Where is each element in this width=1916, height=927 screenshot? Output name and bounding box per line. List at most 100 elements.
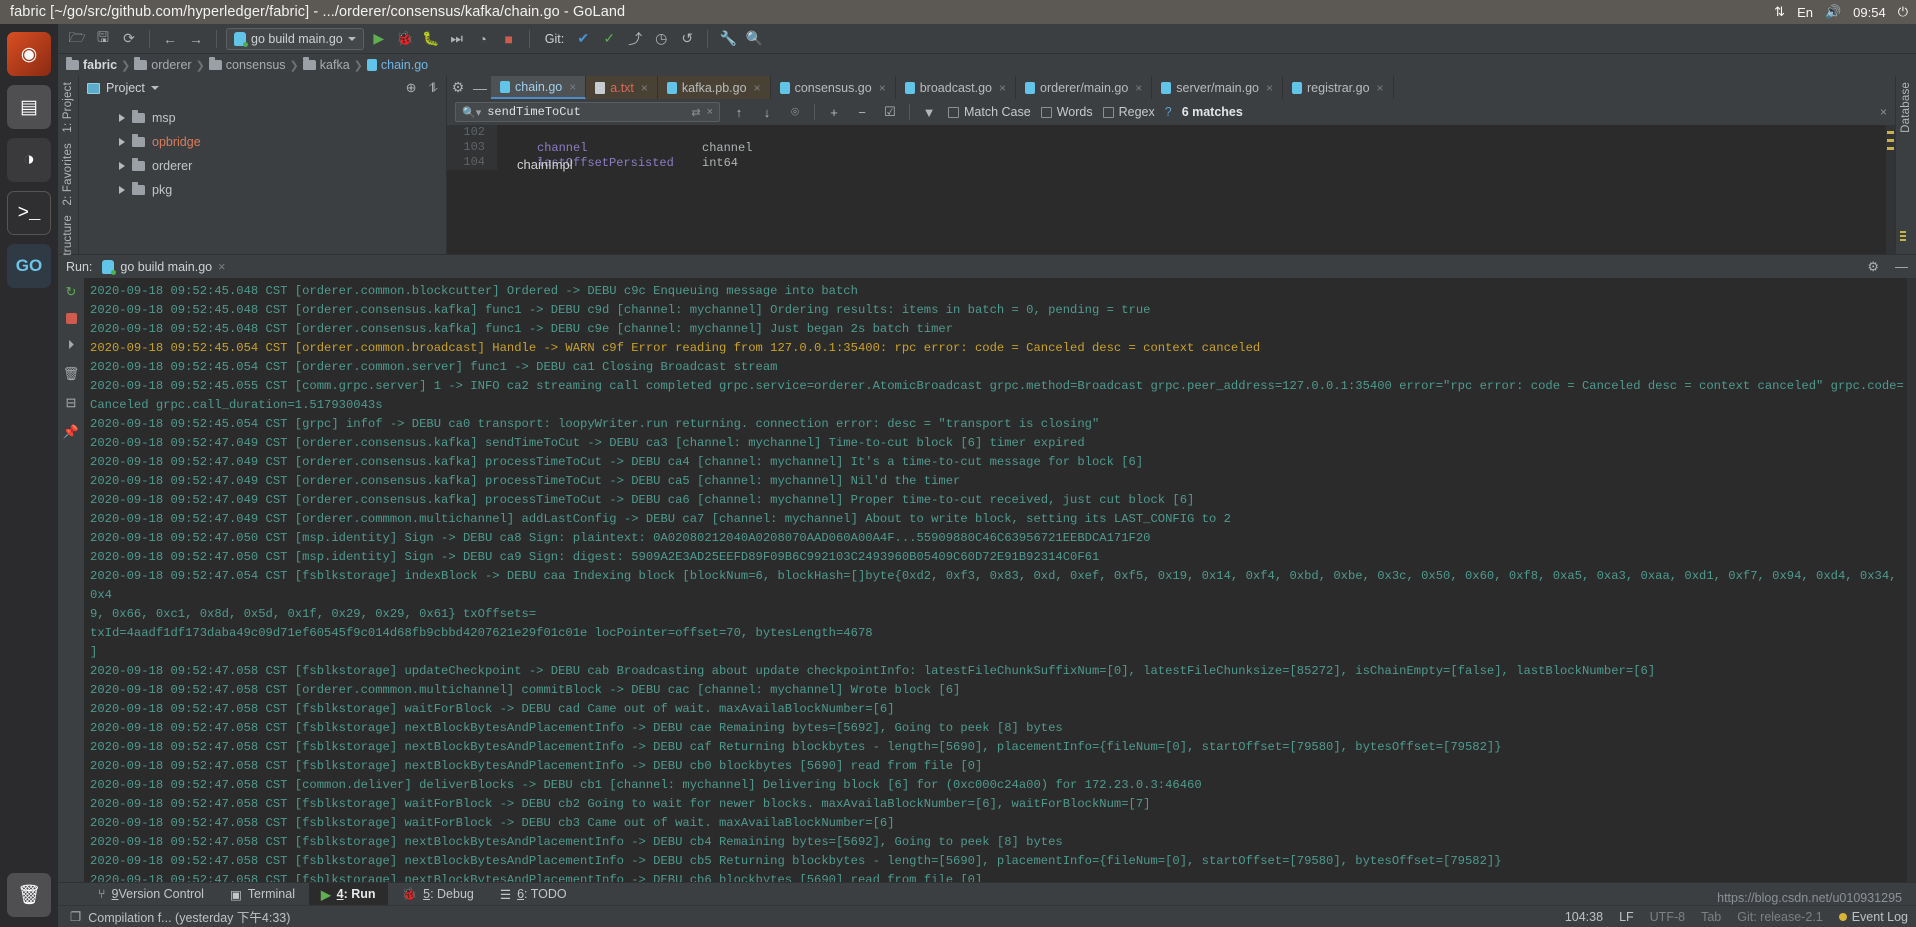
chevron-right-icon[interactable] [119, 162, 125, 170]
tree-node-pkg[interactable]: pkg [79, 178, 446, 202]
event-log-button[interactable]: Event Log [1838, 910, 1908, 924]
minimize-icon[interactable]: — [469, 76, 491, 99]
close-icon[interactable]: × [569, 80, 576, 94]
chevron-right-icon[interactable] [119, 186, 125, 194]
rerun-icon[interactable]: ↻ [63, 284, 79, 300]
tree-node-opbridge[interactable]: opbridge [79, 130, 446, 154]
match-case-checkbox[interactable]: Match Case [948, 105, 1031, 119]
arrow-right-icon[interactable]: → [185, 28, 207, 50]
close-icon[interactable]: × [999, 81, 1006, 95]
debug-attach-icon[interactable]: 🐛 [420, 28, 442, 50]
save-icon[interactable]: 🖫 [92, 28, 114, 50]
search-icon[interactable]: 🔍 [743, 28, 765, 50]
locate-target-icon[interactable]: ⊕ [406, 80, 417, 96]
stop-icon[interactable]: ■ [498, 28, 520, 50]
keyboard-layout-indicator[interactable]: En [1797, 5, 1813, 20]
close-find-bar-icon[interactable]: × [1880, 105, 1887, 119]
clock-label[interactable]: 09:54 [1853, 5, 1886, 20]
sidebar-item-database[interactable]: Database [1900, 82, 1912, 133]
trash-icon[interactable]: 🗑 [63, 366, 80, 382]
revert-icon[interactable]: ↺ [676, 28, 698, 50]
sync-icon[interactable]: ⟳ [118, 28, 140, 50]
arrow-up-icon[interactable]: ↑ [730, 105, 748, 120]
breadcrumb-item-consensus[interactable]: consensus [208, 57, 286, 72]
network-icon[interactable]: ⇅ [1774, 4, 1785, 20]
run-configuration-selector[interactable]: go build main.go [226, 27, 364, 50]
tab-todo[interactable]: ☰ 6: TODO [488, 883, 579, 906]
indent-label[interactable]: Tab [1701, 910, 1721, 924]
tree-node-msp[interactable]: msp [79, 106, 446, 130]
power-icon[interactable]: ⏻ [1898, 4, 1908, 20]
add-selection-icon[interactable]: + [825, 105, 843, 120]
close-icon[interactable]: × [1135, 81, 1142, 95]
tab-version-control[interactable]: ⑂ 9Version Control [86, 883, 216, 906]
resume-icon[interactable]: ⏵ [63, 337, 79, 353]
sidebar-item-project[interactable]: 1: Project [62, 82, 74, 133]
launcher-item-ubuntu-dash[interactable]: ◉ [7, 32, 51, 76]
regex-checkbox[interactable]: Regex [1102, 105, 1155, 119]
run-icon[interactable]: ▶ [368, 28, 390, 50]
soft-wrap-icon[interactable]: ⊟ [63, 395, 79, 411]
volume-icon[interactable]: 🔊 [1825, 4, 1841, 20]
editor-scrollbar[interactable] [1886, 125, 1895, 254]
tab-debug[interactable]: 🐞 5: Debug [390, 883, 486, 906]
launcher-trash[interactable]: 🗑 [7, 873, 51, 927]
wrench-icon[interactable]: 🔧 [717, 28, 739, 50]
chevron-right-icon[interactable] [119, 138, 125, 146]
trash-icon[interactable]: 🗑 [7, 873, 51, 917]
close-icon[interactable]: × [1377, 81, 1384, 95]
run-coverage-icon[interactable]: ◔ [472, 28, 494, 50]
minimize-icon[interactable]: — [1895, 259, 1908, 275]
gear-icon[interactable]: ⚙ [1867, 259, 1879, 275]
search-input[interactable]: 🔍▾ sendTimeToCut ⇄ × [455, 102, 720, 122]
pin-icon[interactable]: 📌 [63, 424, 79, 440]
tab-broadcast-go[interactable]: broadcast.go × [896, 76, 1017, 99]
select-all-occurrences-icon[interactable]: ⌾ [786, 104, 804, 120]
launcher-item-files[interactable]: ▤ [7, 85, 51, 129]
clear-icon[interactable]: × [707, 106, 713, 118]
tab-registrar-go[interactable]: registrar.go × [1283, 76, 1394, 99]
step-over-icon[interactable]: ⏭ [446, 28, 468, 50]
close-icon[interactable]: × [754, 81, 761, 95]
console-output[interactable]: 2020-09-18 09:52:45.048 CST [orderer.com… [84, 278, 1916, 882]
arrow-down-icon[interactable]: ↓ [758, 105, 776, 120]
remove-selection-icon[interactable]: − [853, 105, 871, 120]
select-all-icon[interactable]: ☑ [881, 104, 899, 120]
breadcrumb-item-kafka[interactable]: kafka [302, 57, 350, 72]
update-project-icon[interactable]: ✔ [572, 28, 594, 50]
tab-a-txt[interactable]: a.txt × [586, 76, 658, 99]
code-preview[interactable]: 102 103 channel channel 104 lastOffsetPe… [447, 125, 1895, 254]
tab-consensus-go[interactable]: consensus.go × [771, 76, 896, 99]
tab-orderer-main-go[interactable]: orderer/main.go × [1016, 76, 1153, 99]
arrow-left-icon[interactable]: ← [159, 28, 181, 50]
launcher-item-firefox[interactable]: ◑ [7, 138, 51, 182]
tree-node-orderer[interactable]: orderer [79, 154, 446, 178]
history-icon[interactable]: ⇄ [691, 106, 700, 119]
chevron-right-icon[interactable] [119, 114, 125, 122]
history-clock-icon[interactable]: ◷ [650, 28, 672, 50]
tab-kafka-pb-go[interactable]: kafka.pb.go × [657, 76, 771, 99]
gear-icon[interactable]: ⚙ [447, 76, 469, 99]
chevron-down-icon[interactable] [150, 86, 159, 90]
status-message[interactable]: Compilation f... (yesterday 下午4:33) [88, 907, 290, 926]
line-separator[interactable]: LF [1619, 910, 1634, 924]
close-icon[interactable]: × [218, 260, 225, 274]
encoding-label[interactable]: UTF-8 [1650, 910, 1685, 924]
filter-icon[interactable]: ▼ [920, 105, 938, 120]
debug-icon[interactable]: 🐞 [394, 28, 416, 50]
stop-icon[interactable] [65, 313, 77, 324]
folder-open-icon[interactable]: 🗁 [66, 28, 88, 50]
launcher-item-terminal[interactable]: >_ [7, 191, 51, 235]
sidebar-item-favorites[interactable]: 2: Favorites [62, 143, 74, 205]
git-branch-label[interactable]: Git: release-2.1 [1737, 910, 1822, 924]
tab-server-main-go[interactable]: server/main.go × [1152, 76, 1283, 99]
help-icon[interactable]: ? [1165, 105, 1172, 119]
words-checkbox[interactable]: Words [1040, 105, 1093, 119]
close-icon[interactable]: × [1266, 81, 1273, 95]
close-icon[interactable]: × [879, 81, 886, 95]
launcher-item-goland[interactable]: GO [7, 244, 51, 288]
console-scrollbar[interactable] [1907, 278, 1916, 882]
caret-position[interactable]: 104:38 [1565, 910, 1603, 924]
tab-chain-go[interactable]: chain.go × [491, 76, 587, 99]
tab-run[interactable]: ▶ 4: Run [309, 882, 388, 906]
